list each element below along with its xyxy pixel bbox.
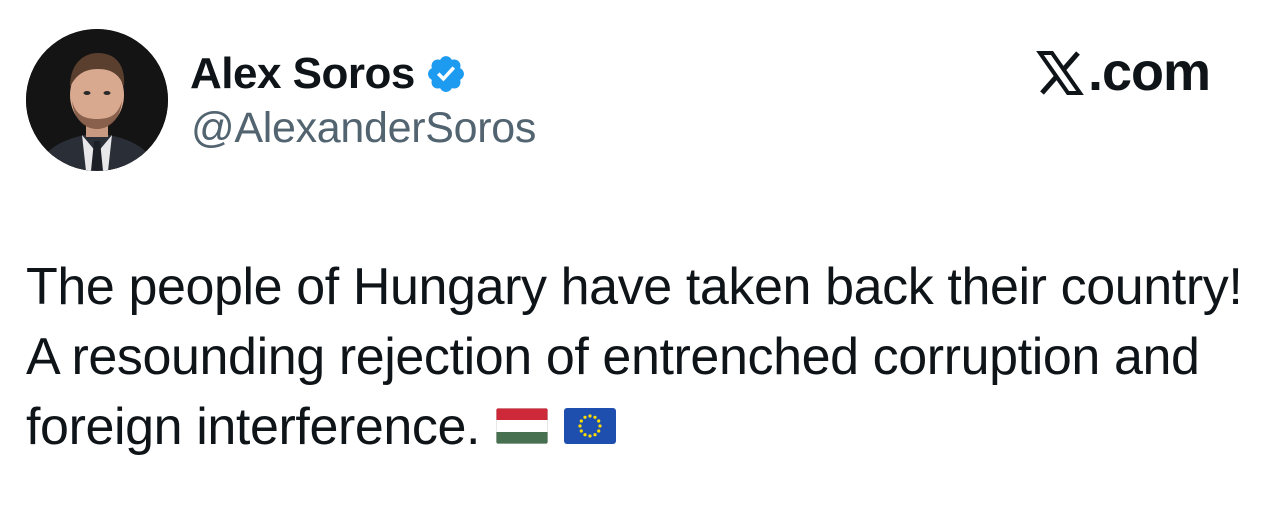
author-name-row: Alex Soros — [190, 46, 467, 102]
x-logo-icon — [1036, 48, 1084, 96]
tweet-text: The people of Hungary have taken back th… — [26, 258, 1243, 456]
author-display-name[interactable]: Alex Soros — [190, 49, 415, 99]
author-handle[interactable]: @AlexanderSoros — [191, 104, 536, 153]
brand-domain: .com — [1088, 42, 1211, 102]
hungary-flag-icon — [496, 408, 549, 445]
eu-flag-icon — [564, 408, 617, 445]
avatar[interactable] — [26, 29, 168, 171]
tweet-emoji-group — [480, 398, 617, 456]
tweet-body: The people of Hungary have taken back th… — [26, 252, 1256, 462]
verified-badge-icon — [425, 53, 467, 95]
brand-watermark: .com — [1036, 42, 1211, 102]
